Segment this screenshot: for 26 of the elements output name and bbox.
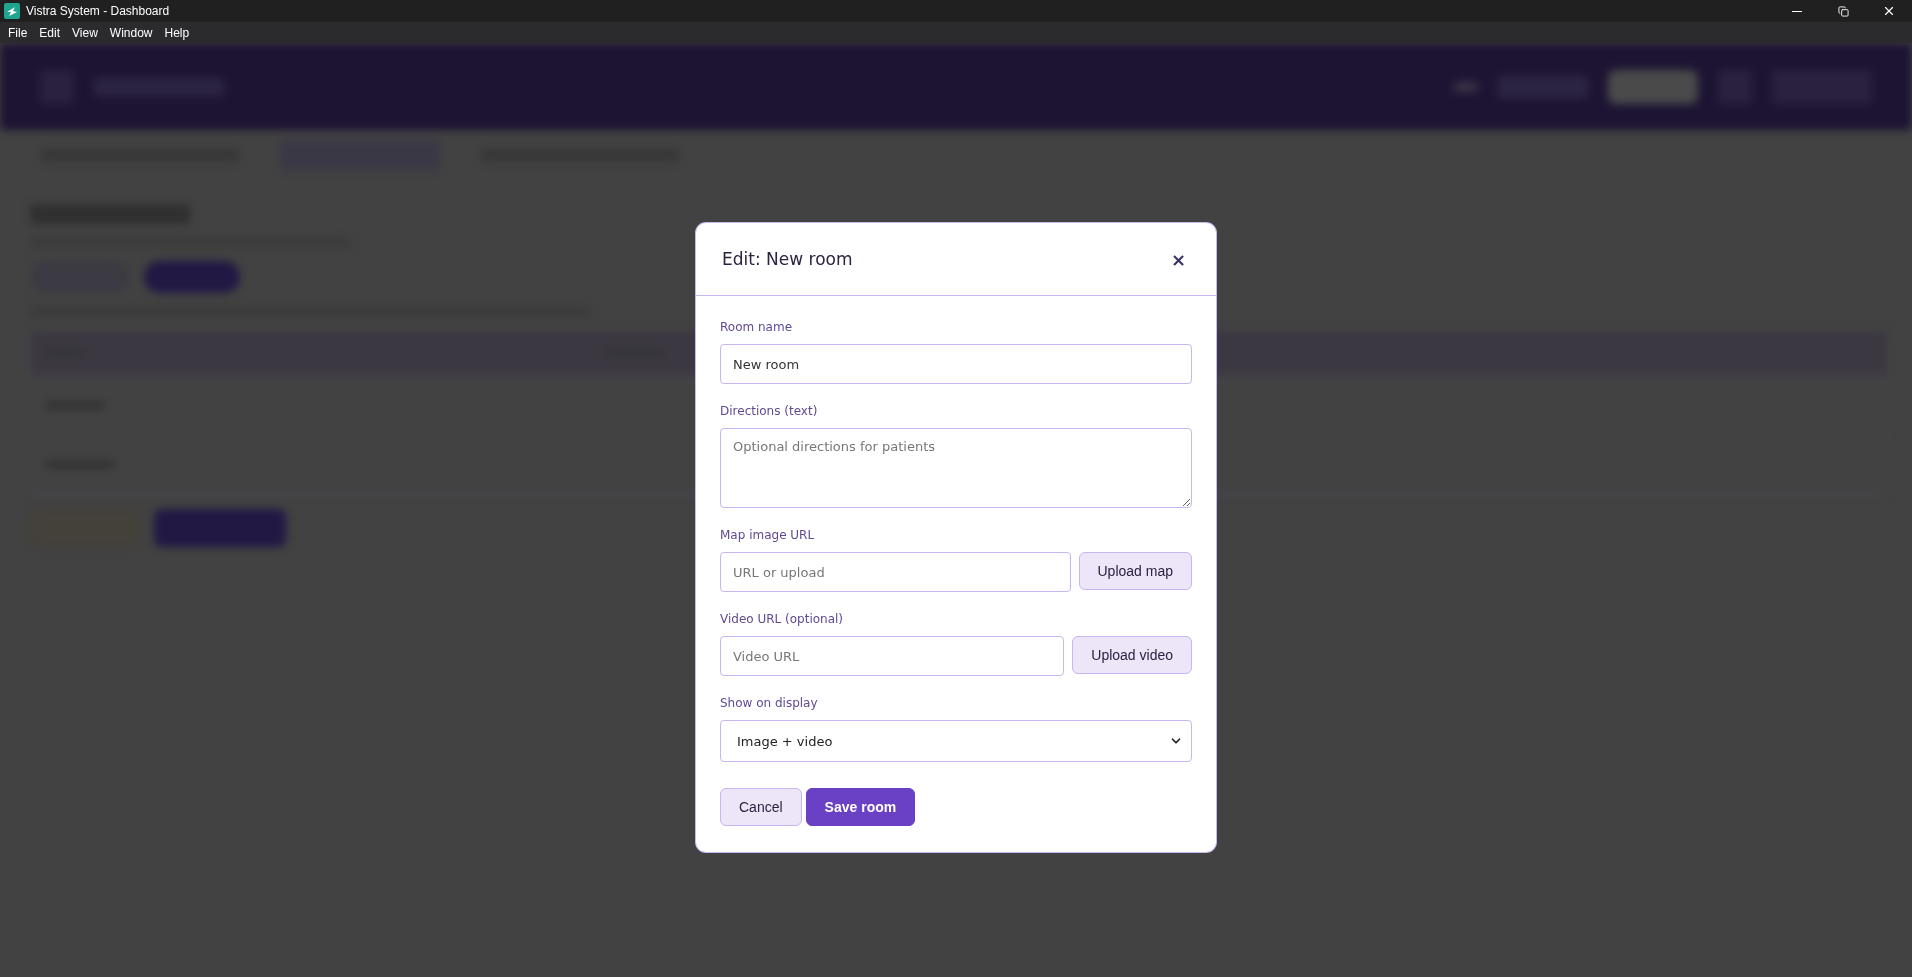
- menu-item[interactable]: View: [66, 25, 104, 40]
- field-label: Video URL (optional): [720, 612, 845, 626]
- field-label: Room name: [720, 320, 794, 334]
- menu-item[interactable]: Help: [158, 25, 196, 40]
- close-button[interactable]: ×: [1166, 246, 1190, 272]
- display-select[interactable]: Image + video: [720, 720, 1192, 762]
- field-label: Directions (text): [720, 404, 819, 418]
- cancel-button[interactable]: Cancel: [720, 788, 802, 826]
- upload-button[interactable]: Upload map: [1078, 552, 1192, 590]
- url-field[interactable]: URL or upload: [720, 552, 1071, 592]
- save-button[interactable]: Save room: [805, 788, 916, 826]
- menu-item[interactable]: Edit: [33, 25, 67, 40]
- dialog-title: Edit: New room: [722, 249, 853, 269]
- window-title: Vistra System - Dashboard: [26, 4, 171, 18]
- menu-item[interactable]: Window: [103, 25, 159, 40]
- restore-icon: [1837, 5, 1849, 17]
- directions-field[interactable]: Optional directions for patients: [720, 428, 1192, 508]
- room-name-field[interactable]: New room: [720, 344, 1192, 384]
- field-label: Map image URL: [720, 528, 816, 542]
- url-field[interactable]: Video URL: [720, 636, 1065, 676]
- close-icon: [1882, 4, 1896, 18]
- upload-button[interactable]: Upload video: [1072, 636, 1192, 674]
- minimize-icon: [1792, 10, 1802, 12]
- app-logo-icon: [4, 3, 20, 19]
- field-label: Show on display: [720, 696, 819, 710]
- menu-item[interactable]: File: [2, 25, 34, 40]
